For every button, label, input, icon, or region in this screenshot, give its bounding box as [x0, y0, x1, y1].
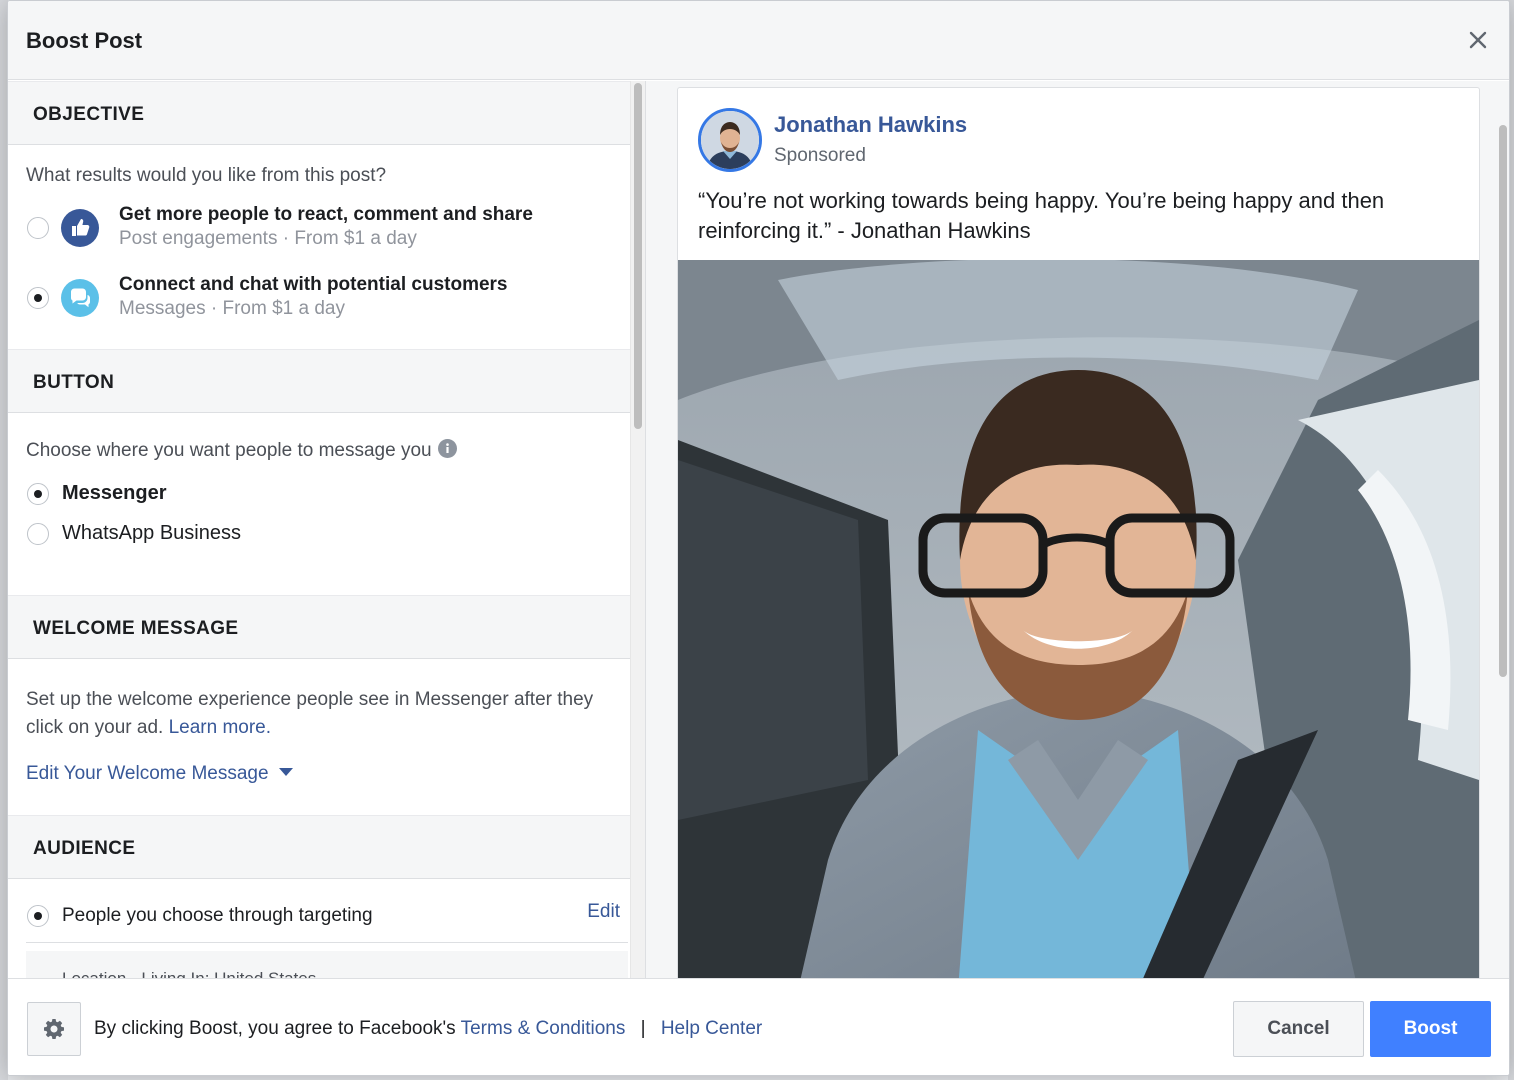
close-icon: [1469, 31, 1487, 49]
thumbs-up-icon: [61, 209, 99, 247]
close-button[interactable]: [1465, 27, 1491, 53]
button-question-text: Choose where you want people to message …: [26, 440, 432, 461]
learn-more-link[interactable]: Learn more.: [169, 717, 271, 738]
settings-panel[interactable]: OBJECTIVE What results would you like fr…: [8, 81, 645, 978]
gear-icon: [44, 1019, 64, 1039]
edit-welcome-label: Edit Your Welcome Message: [26, 763, 269, 784]
preview-scrollbar-thumb[interactable]: [1499, 125, 1507, 677]
objective-engagement-subtitle: Post engagements · From $1 a day: [119, 228, 417, 249]
button-question: Choose where you want people to message …: [26, 439, 457, 462]
footer-separator: |: [640, 1018, 646, 1039]
welcome-section-header: WELCOME MESSAGE: [8, 595, 630, 659]
messenger-label[interactable]: Messenger: [62, 482, 167, 505]
button-section-header: BUTTON: [8, 349, 630, 413]
terms-notice: By clicking Boost, you agree to Facebook…: [94, 1018, 762, 1040]
settings-button[interactable]: [27, 1002, 81, 1056]
whatsapp-radio[interactable]: [27, 523, 49, 545]
objective-messages-title: Connect and chat with potential customer…: [119, 274, 508, 295]
welcome-description-text: Set up the welcome experience people see…: [26, 689, 594, 738]
terms-notice-text: By clicking Boost, you agree to Facebook…: [94, 1018, 456, 1039]
button-header-label: BUTTON: [33, 372, 115, 393]
info-icon[interactable]: [437, 439, 457, 458]
welcome-header-label: WELCOME MESSAGE: [33, 618, 239, 639]
objective-messages-subtitle: Messages · From $1 a day: [119, 298, 345, 319]
post-author-name[interactable]: Jonathan Hawkins: [774, 112, 967, 138]
objective-messages-radio[interactable]: [27, 287, 49, 309]
audience-detail-text: Location - Living In: United States: [62, 969, 316, 978]
audience-targeting-row[interactable]: People you choose through targeting Edit: [26, 893, 628, 943]
chat-bubbles-icon: [61, 279, 99, 317]
post-photo: [678, 260, 1479, 986]
audience-detail-box: Location - Living In: United States: [26, 951, 628, 978]
whatsapp-label[interactable]: WhatsApp Business: [62, 522, 241, 545]
dialog-title: Boost Post: [26, 28, 143, 53]
post-text: “You’re not working towards being happy.…: [698, 188, 1385, 243]
objective-question: What results would you like from this po…: [26, 165, 387, 186]
dialog-header: Boost Post: [8, 1, 1509, 80]
terms-conditions-link[interactable]: Terms & Conditions: [461, 1018, 626, 1039]
objective-engagement-radio[interactable]: [27, 217, 49, 239]
objective-section-header: OBJECTIVE: [8, 81, 630, 145]
avatar: [698, 108, 762, 172]
boost-button[interactable]: Boost: [1370, 1001, 1491, 1057]
audience-header-label: AUDIENCE: [33, 838, 136, 859]
settings-scrollbar-thumb[interactable]: [634, 83, 642, 429]
help-center-link[interactable]: Help Center: [661, 1018, 762, 1039]
objective-engagement-title: Get more people to react, comment and sh…: [119, 204, 533, 225]
messenger-radio[interactable]: [27, 483, 49, 505]
ad-preview-panel: Jonathan Hawkins Sponsored “You’re not w…: [645, 81, 1509, 987]
audience-targeting-radio[interactable]: [27, 905, 49, 927]
audience-edit-link[interactable]: Edit: [587, 901, 620, 923]
post-preview-card: Jonathan Hawkins Sponsored “You’re not w…: [677, 87, 1480, 987]
caret-down-icon: [278, 768, 293, 776]
welcome-description: Set up the welcome experience people see…: [26, 686, 616, 742]
audience-section-header: AUDIENCE: [8, 815, 630, 879]
profile-photo: [701, 111, 759, 169]
audience-targeting-label: People you choose through targeting: [62, 905, 373, 926]
cancel-button[interactable]: Cancel: [1233, 1001, 1364, 1057]
edit-welcome-message-dropdown[interactable]: Edit Your Welcome Message: [26, 763, 293, 785]
boost-post-dialog: Boost Post OBJECTIVE What results would …: [7, 0, 1510, 1076]
sponsored-label: Sponsored: [774, 145, 866, 166]
dialog-footer: By clicking Boost, you agree to Facebook…: [8, 978, 1509, 1075]
objective-header-label: OBJECTIVE: [33, 104, 145, 125]
